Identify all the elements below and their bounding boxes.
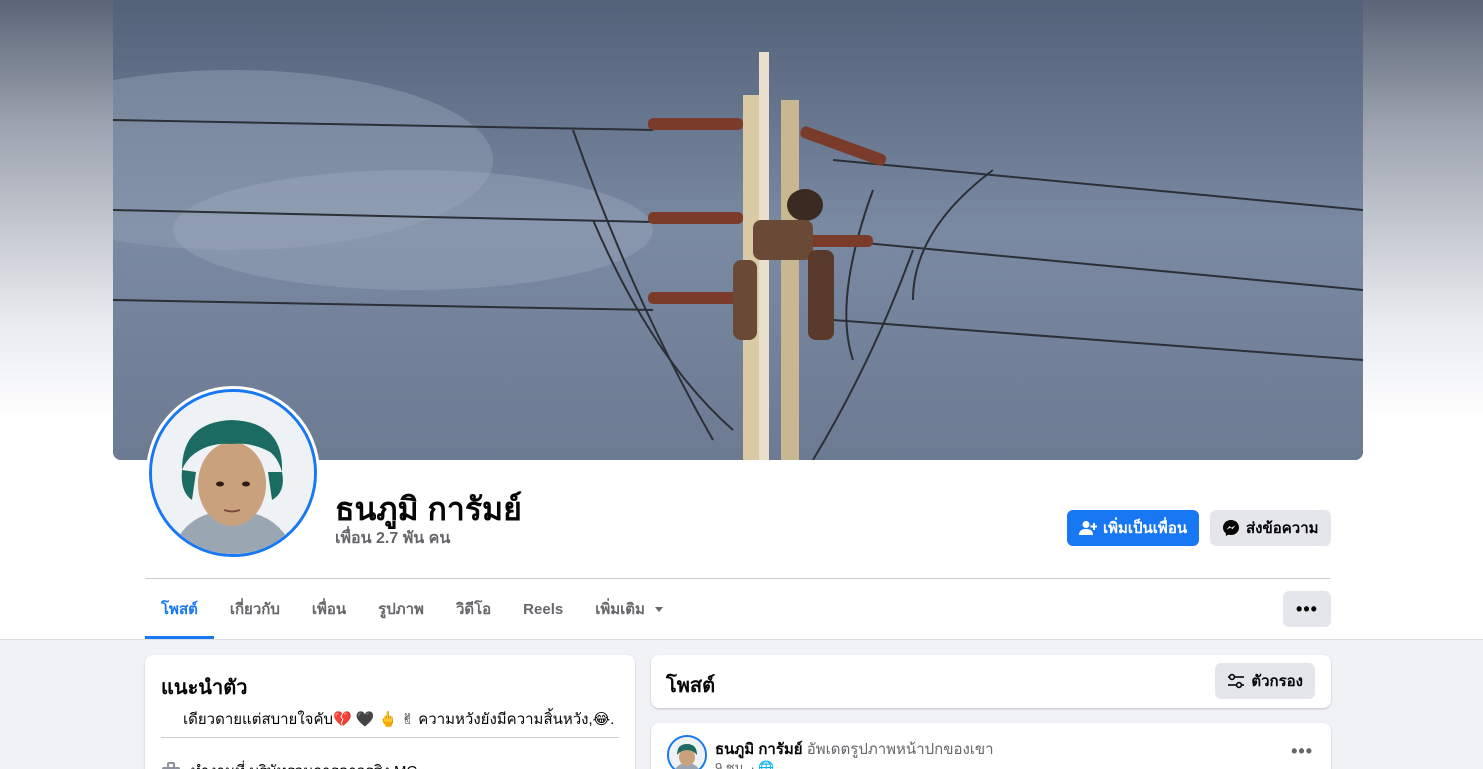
tab-reels[interactable]: Reels [507, 579, 579, 639]
work-text: ทำงานที่ บริษัทรวมการดาวรสิง MC [191, 759, 417, 769]
post-card: ธนภูมิ การัมย์ อัพเดตรูปภาพหน้าปกของเขา … [651, 723, 1331, 769]
tab-friends[interactable]: เพื่อน [296, 579, 362, 639]
tab-photos[interactable]: รูปภาพ [362, 579, 440, 639]
filter-icon [1228, 673, 1245, 689]
tab-label: วิดีโอ [455, 601, 492, 618]
posts-title: โพสต์ [666, 675, 716, 697]
tab-label: โพสต์ [161, 601, 198, 618]
intro-divider [161, 737, 619, 738]
message-button[interactable]: ส่งข้อความ [1210, 510, 1331, 546]
filter-button[interactable]: ตัวกรอง [1215, 663, 1315, 699]
avatar-portrait [152, 392, 314, 554]
post-avatar-portrait [669, 737, 705, 769]
cover-photo[interactable] [113, 0, 1363, 460]
tab-label: เกี่ยวกับ [229, 601, 280, 618]
tab-label: รูปภาพ [378, 601, 424, 618]
tab-about[interactable]: เกี่ยวกับ [214, 579, 296, 639]
filter-label: ตัวกรอง [1251, 673, 1303, 690]
tab-posts[interactable]: โพสต์ [145, 579, 214, 639]
tab-label: เพิ่มเติม [595, 601, 645, 618]
caret-down-icon [654, 606, 663, 612]
intro-card: แนะนำตัว เดียวดายแต่สบายใจคับ💔 🖤 🖕 ✌ ควา… [145, 655, 635, 769]
tab-videos[interactable]: วิดีโอ [440, 579, 507, 639]
post-author-name[interactable]: ธนภูมิ การัมย์ [715, 741, 803, 758]
post-author-avatar[interactable] [667, 735, 707, 769]
posts-header-card: โพสต์ ตัวกรอง [651, 655, 1331, 708]
profile-more-button[interactable]: ••• [1283, 591, 1331, 627]
add-friend-label: เพิ่มเป็นเพื่อน [1103, 520, 1188, 537]
add-friend-button[interactable]: เพิ่มเป็นเพื่อน [1067, 510, 1200, 546]
post-timestamp[interactable]: 9 ชม. · 🌐 [715, 757, 775, 769]
post-time-text: 9 ชม. · [715, 760, 755, 769]
bio-text: เดียวดายแต่สบายใจคับ💔 🖤 🖕 ✌ ความหวังยังม… [183, 711, 615, 728]
tab-more[interactable]: เพิ่มเติม [579, 579, 679, 639]
post-action-text: อัพเดตรูปภาพหน้าปกของเขา [806, 741, 994, 758]
messenger-icon [1223, 520, 1239, 536]
tab-label: Reels [523, 600, 564, 618]
profile-picture [149, 389, 317, 557]
profile-avatar[interactable] [146, 386, 320, 560]
work-row: ทำงานที่ บริษัทรวมการดาวรสิง MC [161, 759, 417, 769]
globe-icon: 🌐 [758, 760, 775, 769]
profile-tabs: โพสต์ เกี่ยวกับ เพื่อน รูปภาพ วิดีโอ Ree… [145, 579, 679, 639]
add-friend-icon [1079, 521, 1097, 535]
friends-count[interactable]: เพื่อน 2.7 พัน คน [335, 526, 450, 551]
intro-title: แนะนำตัว [161, 677, 248, 699]
briefcase-icon [162, 762, 180, 769]
post-more-button[interactable]: ••• [1291, 741, 1313, 762]
message-label: ส่งข้อความ [1246, 520, 1319, 537]
tab-label: เพื่อน [311, 601, 347, 618]
cover-photo-art [113, 0, 1363, 460]
